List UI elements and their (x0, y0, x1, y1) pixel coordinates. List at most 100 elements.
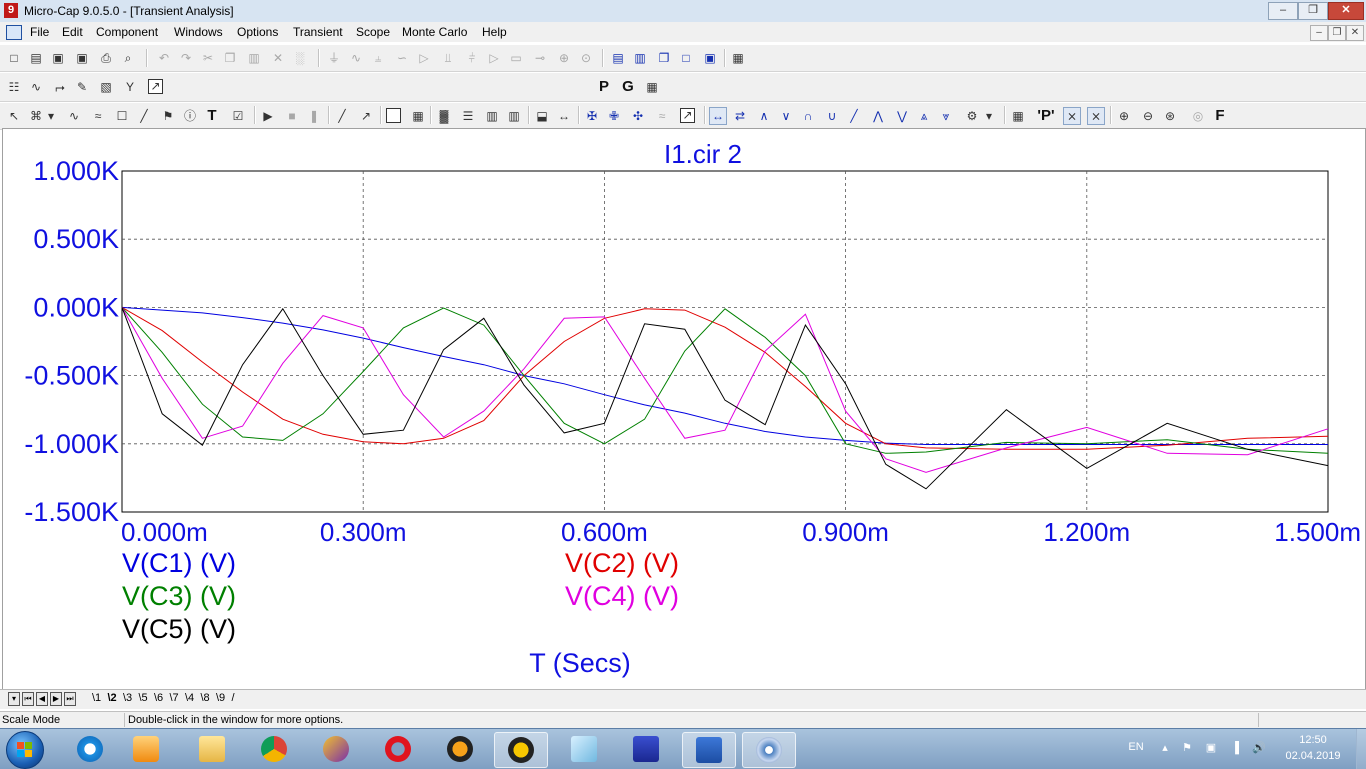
word-icon[interactable] (682, 732, 736, 768)
clock-date[interactable]: 02.04.2019 (1280, 750, 1346, 762)
resistor-icon[interactable]: ▭ (508, 50, 524, 66)
restore-button[interactable]: ❐ (1298, 2, 1328, 20)
tab-prev-icon[interactable]: ◀ (36, 692, 48, 706)
capacitor-icon[interactable]: ⫨ (370, 50, 386, 66)
minimize-button[interactable]: – (1268, 2, 1298, 20)
same-y-scale-icon[interactable]: ▥ (506, 108, 522, 124)
cursor-mode-icon[interactable]: ↔ (709, 107, 727, 125)
select-all-icon[interactable]: ░ (292, 50, 308, 66)
dropdown-arrow-icon[interactable]: ▾ (46, 108, 56, 124)
text-box-icon[interactable]: ☐ (114, 108, 130, 124)
cascade-icon[interactable]: ❐ (656, 50, 672, 66)
page-tab-4[interactable]: \4 (185, 692, 194, 704)
restore-window-icon[interactable]: ▣ (702, 50, 718, 66)
bottom-icon[interactable]: ⩔ (938, 108, 954, 124)
tile-horizontal-icon[interactable]: ▤ (610, 50, 626, 66)
delete-icon[interactable]: ✕ (270, 50, 286, 66)
mdi-close-button[interactable]: ✕ (1346, 25, 1364, 41)
menu-monte-carlo[interactable]: Monte Carlo (402, 25, 467, 39)
internet-explorer-icon[interactable] (64, 732, 116, 766)
menu-options[interactable]: Options (237, 25, 278, 39)
info-icon[interactable]: ⓘ (182, 108, 198, 124)
page-tab-1[interactable]: \1 (92, 692, 101, 704)
calculator-icon[interactable]: ▦ (730, 50, 746, 66)
plus-mode-icon[interactable]: ≈ (654, 108, 670, 124)
close-button[interactable]: ✕ (1328, 2, 1364, 20)
analysis-plot-icon[interactable]: ↗ (148, 79, 163, 94)
plot-properties-icon[interactable]: ▧ (98, 79, 114, 95)
p-icon[interactable]: P (596, 79, 612, 95)
network-signal-icon[interactable]: ▐ (1228, 742, 1242, 754)
g-icon[interactable]: G (620, 79, 636, 95)
legend-entry[interactable]: V(C1) (V) (122, 548, 236, 578)
plot-globe-icon[interactable]: ◎ (1190, 108, 1206, 124)
component-list-icon[interactable]: ☷ (6, 79, 22, 95)
copy-icon[interactable]: ❐ (222, 50, 238, 66)
bus-mode-icon[interactable]: ≈ (90, 108, 106, 124)
tile-vertical-icon[interactable]: ▥ (632, 50, 648, 66)
arrow-tool-icon[interactable]: ↗ (358, 108, 374, 124)
rectangle-icon[interactable] (386, 108, 401, 123)
flag-notification-icon[interactable]: ⚑ (1180, 742, 1194, 754)
app-orange-icon[interactable] (434, 732, 486, 766)
paste-icon[interactable]: ▥ (246, 50, 262, 66)
inflection-icon[interactable]: ╱ (846, 108, 862, 124)
menu-scope[interactable]: Scope (356, 25, 390, 39)
page-tab-8[interactable]: \8 (201, 692, 210, 704)
tab-menu-icon[interactable]: ▾ (8, 692, 20, 706)
volume-icon[interactable]: 🔊 (1252, 742, 1266, 754)
legend-entry[interactable]: V(C2) (V) (565, 548, 679, 578)
numeric-output-icon[interactable]: ▦ (1010, 108, 1026, 124)
ac-source-icon[interactable]: ⊙ (578, 50, 594, 66)
tab-next-icon[interactable]: ▶ (50, 692, 62, 706)
go-to-icon[interactable]: ⚙ (964, 108, 980, 124)
zoom-fit-icon[interactable]: ⊛ (1162, 108, 1178, 124)
page-tab-5[interactable]: \5 (139, 692, 148, 704)
yd-icon[interactable]: Y (122, 79, 138, 95)
start-button[interactable] (6, 731, 44, 769)
ruler-icon[interactable]: ✣ (630, 108, 646, 124)
legend-entry[interactable]: V(C5) (V) (122, 614, 236, 644)
zoom-in-icon[interactable]: ⊕ (1116, 108, 1132, 124)
next-simulation-icon[interactable]: ⇄ (732, 108, 748, 124)
horizontal-axis-icon[interactable]: ↔ (556, 108, 572, 124)
valley-icon[interactable]: ∨ (778, 108, 794, 124)
menu-windows[interactable]: Windows (174, 25, 223, 39)
wire-mode-icon[interactable]: ∿ (66, 108, 82, 124)
go-to-dropdown-icon[interactable]: ▾ (984, 108, 994, 124)
ground-icon[interactable]: ⏚ (326, 50, 342, 66)
mdi-minimize-button[interactable]: – (1310, 25, 1328, 41)
f-icon[interactable]: F (1212, 108, 1228, 124)
menu-edit[interactable]: Edit (62, 25, 83, 39)
opera-icon[interactable] (372, 732, 424, 766)
app-triangle-icon[interactable] (494, 732, 548, 768)
clock-time[interactable]: 12:50 (1284, 734, 1342, 746)
select-arrow-icon[interactable]: ↖ (6, 108, 22, 124)
page-tab-9[interactable]: \9 (216, 692, 225, 704)
grid-icon[interactable]: ▦ (644, 79, 660, 95)
pause-icon[interactable]: ❚ (306, 108, 322, 124)
diagonal-wire-icon[interactable]: ╱ (136, 108, 152, 124)
global-high-icon[interactable]: ⋀ (870, 108, 886, 124)
pan-mode-icon[interactable]: ⨯ (1087, 107, 1105, 125)
menu-component[interactable]: Component (96, 25, 158, 39)
save-all-icon[interactable]: ▣ (74, 50, 90, 66)
menu-file[interactable]: File (30, 25, 49, 39)
run-icon[interactable]: ▶ (260, 108, 276, 124)
probe-icon[interactable]: ✎ (74, 79, 90, 95)
menu-transient[interactable]: Transient (293, 25, 343, 39)
minor-grid-icon[interactable]: ▓ (436, 108, 452, 124)
text-tool-icon[interactable]: T (204, 108, 220, 124)
cut-icon[interactable]: ✂ (200, 50, 216, 66)
legend-entry[interactable]: V(C3) (V) (122, 581, 236, 611)
scale-mode-icon[interactable]: ⨯ (1063, 107, 1081, 125)
component-select-icon[interactable]: ⌘ (28, 108, 44, 124)
print-preview-icon[interactable]: ⌕ (120, 50, 136, 66)
top-icon[interactable]: ⩓ (916, 108, 932, 124)
flag-icon[interactable]: ⚑ (160, 108, 176, 124)
page-tab-7[interactable]: \7 (170, 692, 179, 704)
device-icon[interactable]: ▣ (1204, 742, 1218, 754)
auto-scale-icon[interactable]: ▥ (484, 108, 500, 124)
switch-icon[interactable]: ⊸ (532, 50, 548, 66)
major-grid-icon[interactable]: ☰ (460, 108, 476, 124)
